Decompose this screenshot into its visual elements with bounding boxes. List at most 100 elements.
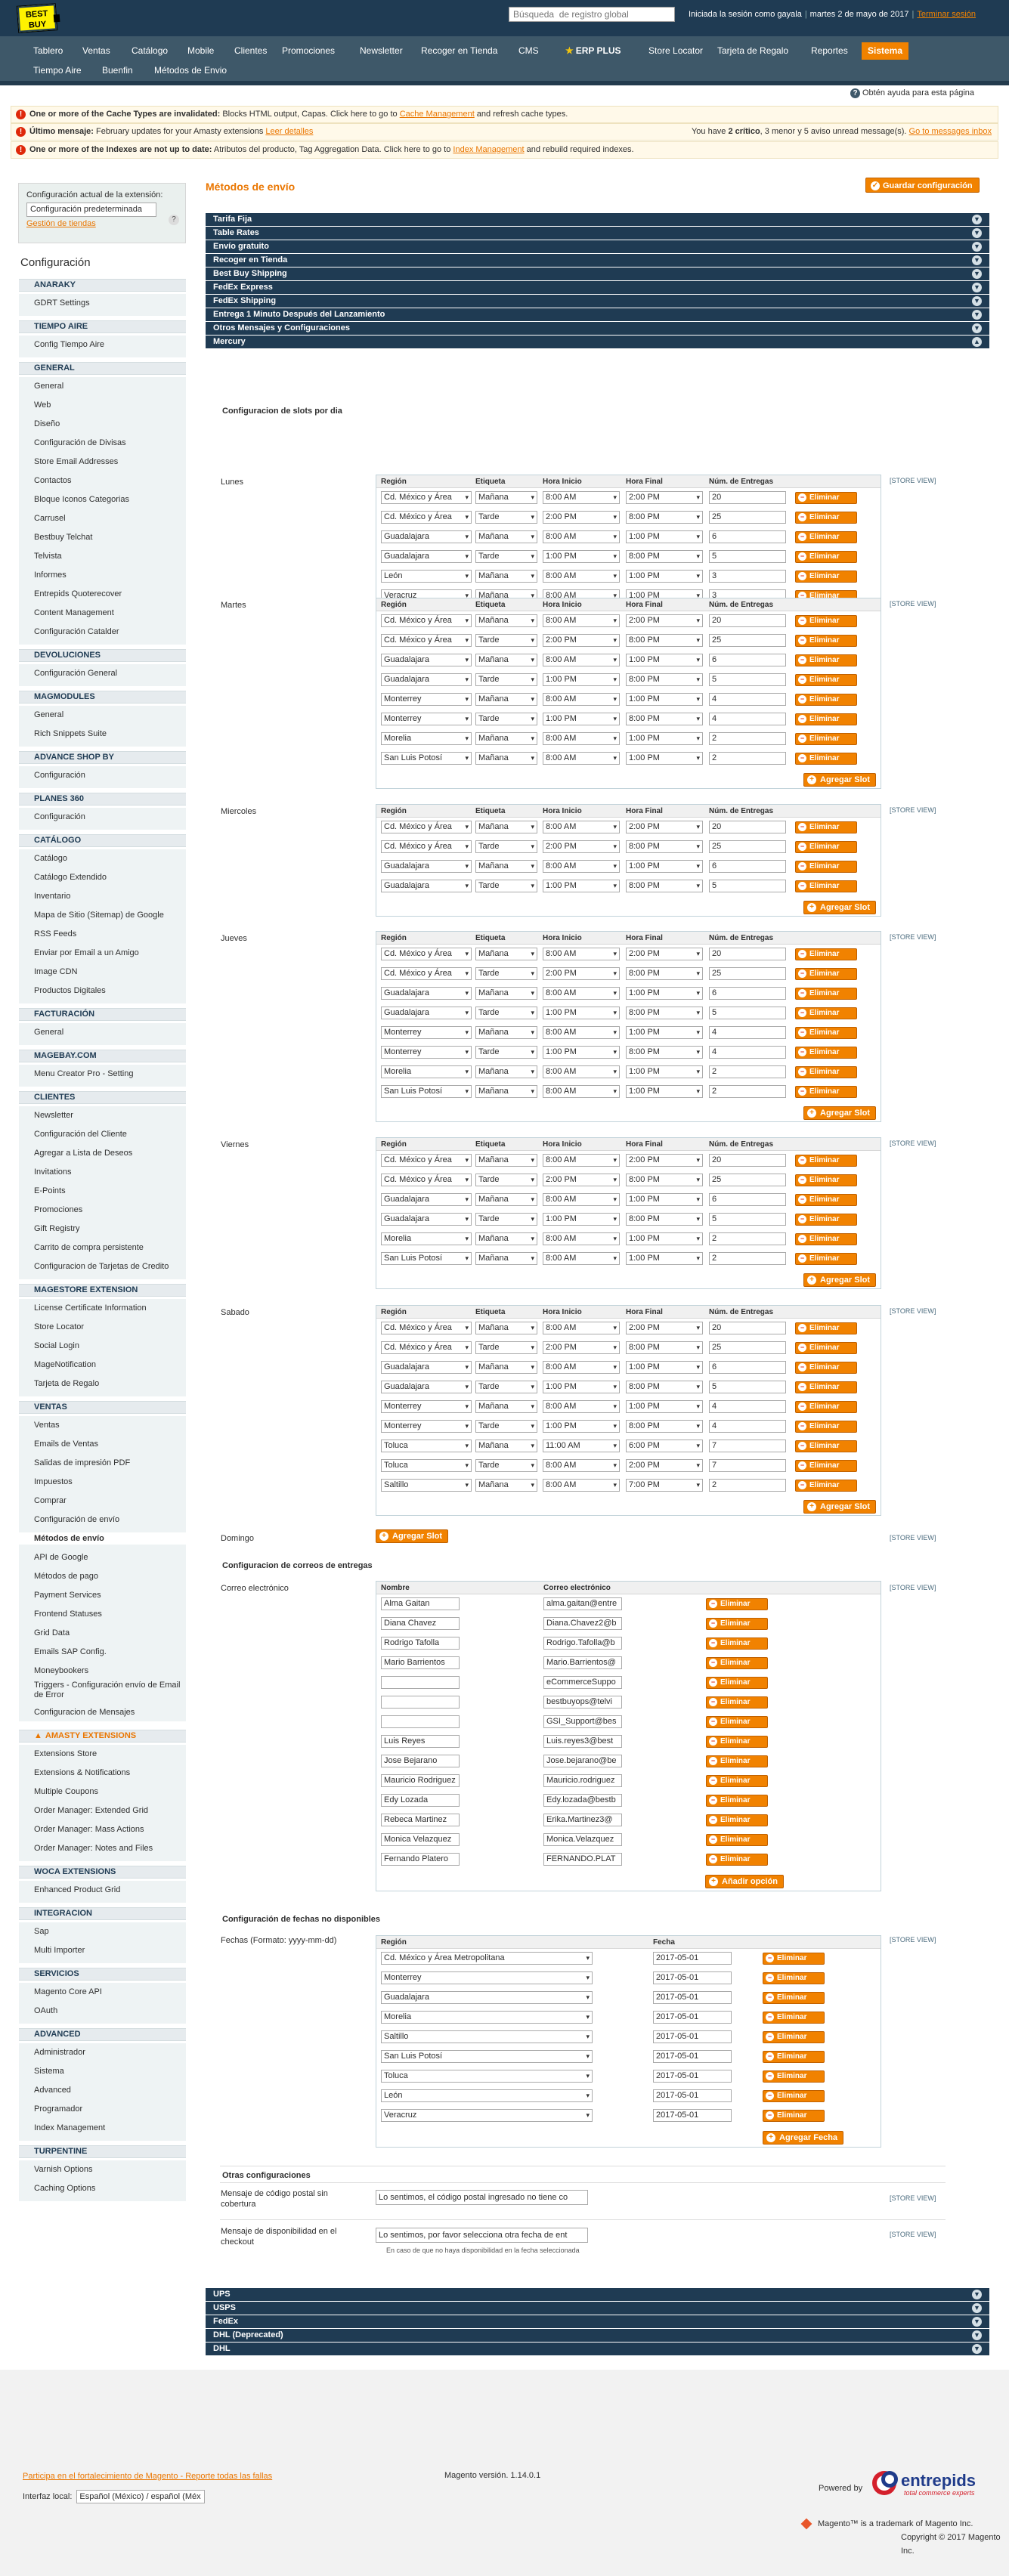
sidebar-section-planes-360[interactable]: PLANES 360 [19,793,186,806]
expand-icon[interactable]: ▼ [972,2344,982,2354]
sidebar-item[interactable]: Emails de Ventas [19,1438,186,1450]
region-select[interactable]: Morelia [381,732,472,745]
locale-select[interactable]: Español (México) / español (Méx [76,2490,206,2503]
label-select[interactable]: Tarde [475,967,537,980]
sidebar-item[interactable]: Grid Data [19,1627,186,1639]
start-time-select[interactable]: 8:00 AM [543,614,620,627]
label-select[interactable]: Mañana [475,570,537,583]
name-input[interactable]: Diana Chavez [381,1617,460,1630]
email-input[interactable]: bestbuyops@telvi [543,1696,622,1709]
region-select[interactable]: Cd. México y Área [381,491,472,504]
sidebar-item[interactable]: Telvista [19,550,186,562]
nav-item-3[interactable]: Catálogo [125,42,174,60]
sidebar-item[interactable]: Entrepids Quoterecover [19,588,186,600]
sidebar-item[interactable]: Multi Importer [19,1944,186,1956]
sidebar-item[interactable]: Configuración del Cliente [19,1128,186,1140]
region-select[interactable]: Monterrey [381,713,472,725]
end-time-select[interactable]: 8:00 PM [626,511,703,524]
delete-button[interactable]: − Eliminar [706,1637,768,1650]
messages-inbox-link[interactable]: Go to messages inbox [909,127,992,136]
nav-item-13[interactable]: Reportes [805,42,854,60]
delete-button[interactable]: − Eliminar [795,1421,857,1433]
delete-button[interactable]: − Eliminar [706,1814,768,1826]
sidebar-item[interactable]: Sistema [19,2065,186,2077]
email-input[interactable]: Erika.Martinez3@ [543,1814,622,1826]
delete-button[interactable]: − Eliminar [795,1047,857,1059]
deliveries-input[interactable]: 25 [709,634,786,647]
label-select[interactable]: Mañana [475,752,537,765]
expand-icon[interactable]: ▼ [972,228,982,238]
sidebar-item[interactable]: Multiple Coupons [19,1786,186,1798]
end-time-select[interactable]: 6:00 PM [626,1440,703,1452]
end-time-select[interactable]: 8:00 PM [626,880,703,892]
sidebar-item[interactable]: Comprar [19,1495,186,1507]
end-time-select[interactable]: 1:00 PM [626,693,703,706]
delete-button[interactable]: − Eliminar [795,1322,857,1334]
deliveries-input[interactable]: 5 [709,673,786,686]
sidebar-item[interactable]: Contactos [19,475,186,487]
delete-button[interactable]: − Eliminar [795,512,857,524]
region-select[interactable]: Monterrey [381,693,472,706]
deliveries-input[interactable]: 6 [709,860,786,873]
nav-item-11[interactable]: Store Locator [642,42,709,60]
nav-item-4[interactable]: Mobile [181,42,220,60]
save-config-button[interactable]: ✓ Guardar configuración [865,178,980,193]
start-time-select[interactable]: 8:00 AM [543,987,620,1000]
sidebar-section-turpentine[interactable]: TURPENTINE [19,2145,186,2158]
start-time-select[interactable]: 8:00 AM [543,1479,620,1492]
end-time-select[interactable]: 2:00 PM [626,948,703,960]
config-section-tarifa-fija[interactable]: Tarifa Fija ▼ [206,213,989,226]
config-section-usps[interactable]: USPS ▼ [206,2302,989,2315]
delete-button[interactable]: − Eliminar [763,2031,825,2043]
deliveries-input[interactable]: 2 [709,732,786,745]
name-input[interactable]: Monica Velazquez [381,1833,460,1846]
sidebar-item[interactable]: Ventas [19,1419,186,1431]
logout-link[interactable]: Terminar sesión [917,10,976,19]
end-time-select[interactable]: 1:00 PM [626,530,703,543]
deliveries-input[interactable]: 25 [709,1174,786,1186]
delete-button[interactable]: − Eliminar [795,861,857,873]
sidebar-item[interactable]: Order Manager: Mass Actions [19,1823,186,1835]
start-time-select[interactable]: 2:00 PM [543,1341,620,1354]
sidebar-item[interactable]: Enhanced Product Grid [19,1884,186,1896]
region-select[interactable]: Guadalajara [381,1193,472,1206]
expand-icon[interactable]: ▼ [972,269,982,279]
delete-button[interactable]: − Eliminar [795,1174,857,1186]
label-select[interactable]: Mañana [475,1479,537,1492]
delete-button[interactable]: − Eliminar [795,694,857,706]
sidebar-item[interactable]: Payment Services [19,1589,186,1601]
date-input[interactable]: 2017-05-01 [653,2030,732,2043]
add-date-button[interactable]: + Agregar Fecha [763,2131,844,2145]
region-select[interactable]: San Luis Potosí [381,2050,593,2063]
name-input[interactable]: Mauricio Rodriguez [381,1774,460,1787]
label-select[interactable]: Mañana [475,1252,537,1265]
label-select[interactable]: Tarde [475,673,537,686]
nav-item-7[interactable]: Newsletter [354,42,409,60]
start-time-select[interactable]: 8:00 AM [543,654,620,666]
deliveries-input[interactable]: 25 [709,840,786,853]
region-select[interactable]: Saltillo [381,1479,472,1492]
deliveries-input[interactable]: 7 [709,1440,786,1452]
end-time-select[interactable]: 8:00 PM [626,1420,703,1433]
region-select[interactable]: Guadalajara [381,654,472,666]
nav-item-sub-3[interactable]: Métodos de Envio [148,62,233,79]
delete-button[interactable]: − Eliminar [795,880,857,892]
delete-button[interactable]: − Eliminar [795,733,857,745]
label-select[interactable]: Tarde [475,1420,537,1433]
email-input[interactable]: Diana.Chavez2@b [543,1617,622,1630]
name-input[interactable]: Rebeca Martinez [381,1814,460,1826]
sidebar-item[interactable]: Extensions Store [19,1748,186,1760]
sidebar-item[interactable]: Configuracion de Mensajes [19,1706,186,1718]
deliveries-input[interactable]: 5 [709,1007,786,1019]
deliveries-input[interactable]: 5 [709,880,786,892]
sidebar-item[interactable]: General [19,1026,186,1038]
delete-button[interactable]: − Eliminar [763,2110,825,2122]
config-section-best-buy-shipping[interactable]: Best Buy Shipping ▼ [206,267,989,280]
label-select[interactable]: Mañana [475,821,537,833]
deliveries-input[interactable]: 2 [709,1479,786,1492]
delete-button[interactable]: − Eliminar [795,1480,857,1492]
email-input[interactable]: Luis.reyes3@best [543,1735,622,1748]
sidebar-section-ventas[interactable]: VENTAS [19,1401,186,1414]
email-input[interactable]: alma.gaitan@entre [543,1597,622,1610]
sidebar-item[interactable]: Configuración Catalder [19,626,186,638]
